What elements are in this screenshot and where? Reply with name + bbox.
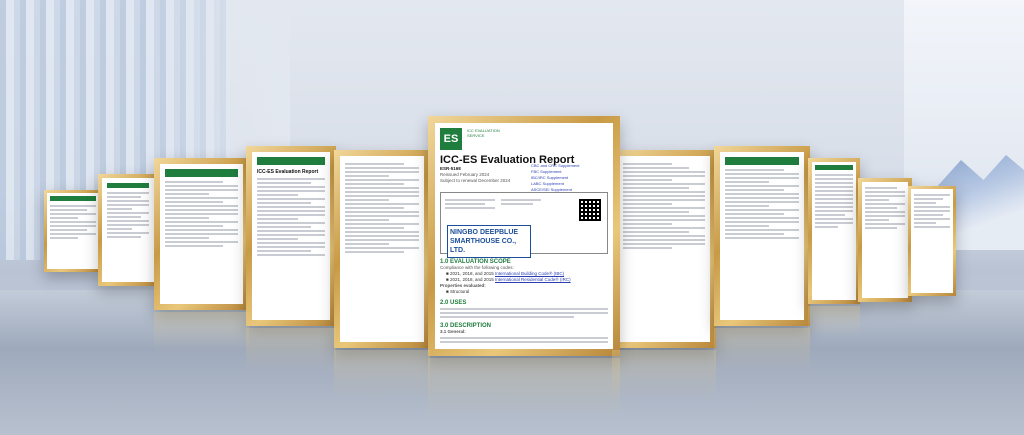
certificate-frame: [44, 190, 102, 272]
section-general: 3.1 General:: [440, 329, 466, 334]
side-report-title: ICC-ES Evaluation Report: [257, 169, 319, 175]
certificate-frame: [98, 174, 158, 286]
main-certificate-frame: ES ICC EVALUATION SERVICE ICC-ES Evaluat…: [428, 116, 620, 356]
certificate-frame: [808, 158, 860, 304]
certificate-frame: [858, 178, 912, 302]
certificate-frame: [908, 186, 956, 296]
logo-tagline: ICC EVALUATION SERVICE: [467, 128, 500, 138]
supplement-links: CBC and CRC Supplement FBC Supplement IB…: [531, 163, 601, 193]
evaluation-report-document: ES ICC EVALUATION SERVICE ICC-ES Evaluat…: [435, 123, 613, 349]
property-item: ■ Structural: [446, 289, 470, 294]
icc-es-logo: ES: [440, 128, 462, 150]
section-uses: 2.0 USES: [440, 300, 467, 306]
certificate-frame: [154, 158, 249, 310]
certificate-frame: [714, 146, 810, 326]
showroom-scene: ICC-ES Evaluation Report ES ICC EVALUATI…: [0, 0, 1024, 435]
company-name: NINGBO DEEPBLUE SMARTHOUSE CO., LTD.: [447, 225, 531, 258]
qr-code-icon: [579, 199, 601, 221]
certificate-frame: [612, 150, 716, 348]
certificate-frame: [334, 150, 430, 348]
certificate-frame: ICC-ES Evaluation Report: [246, 146, 336, 326]
report-header-table: NINGBO DEEPBLUE SMARTHOUSE CO., LTD.: [440, 192, 608, 258]
